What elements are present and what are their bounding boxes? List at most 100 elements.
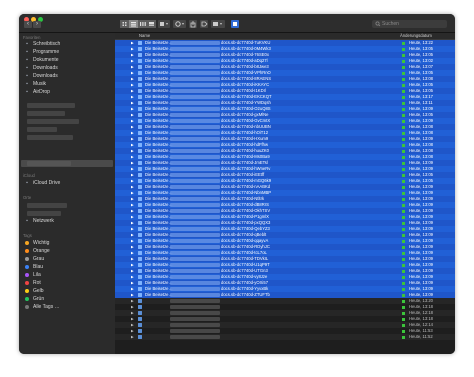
status-indicator-icon: [402, 125, 405, 129]
folder-icon: [138, 293, 142, 297]
folder-icon: [138, 185, 142, 189]
sidebar-tag-6[interactable]: Gelb: [24, 288, 44, 295]
status-indicator-icon: [402, 227, 405, 231]
back-button[interactable]: ‹: [24, 21, 32, 28]
redacted-name-part: [170, 41, 220, 45]
redacted-name-part: [170, 107, 220, 111]
desktop-icon: ▪: [26, 41, 28, 47]
status-indicator-icon: [402, 107, 405, 111]
column-header-date[interactable]: Änderungsdatum: [400, 33, 432, 39]
sidebar-tag-5[interactable]: Rot: [24, 280, 41, 287]
sidebar-tag-3[interactable]: Blau: [24, 264, 43, 271]
share-button[interactable]: [189, 20, 197, 28]
status-indicator-icon: [402, 239, 405, 243]
folder-icon: [138, 239, 142, 243]
sidebar-item-favorites-2[interactable]: ▪ Dokumente: [24, 57, 58, 64]
finder-window: ‹ › Suchen Favoriten ▪ Schreibtisch ▪ Pr…: [19, 14, 455, 354]
list-header: Name Änderungsdatum: [115, 33, 455, 40]
tag-color-dot-icon: [25, 264, 29, 269]
status-indicator-icon: [402, 203, 405, 207]
sidebar-tag-label: Grün: [33, 296, 45, 302]
search-icon: [375, 21, 381, 27]
sidebar-tag-1[interactable]: Orange: [24, 248, 50, 255]
sidebar-item-favorites-1[interactable]: ▪ Programme: [24, 49, 59, 56]
search-placeholder: Suchen: [382, 21, 399, 27]
view-mode-segmented-control[interactable]: [120, 20, 156, 28]
redacted-item: [27, 211, 61, 216]
folder-icon: [138, 221, 142, 225]
tags-header: Tags: [23, 233, 32, 238]
column-header-name[interactable]: Name: [139, 33, 150, 39]
sidebar-tag-label: Grau: [33, 256, 45, 262]
action-menu-button[interactable]: [173, 20, 186, 28]
tags-button[interactable]: [200, 20, 208, 28]
forward-button[interactable]: ›: [33, 21, 41, 28]
folder-icon: [138, 173, 142, 177]
redacted-name-part: [170, 233, 220, 237]
sidebar-tag-4[interactable]: Lila: [24, 272, 41, 279]
folder-icon: [138, 323, 142, 327]
folder-icon: [138, 335, 142, 339]
folder-icon: [138, 149, 142, 153]
redacted-name-part: [170, 119, 220, 123]
downloads-icon: ▪: [26, 73, 28, 79]
sidebar-item-label: AirDrop: [33, 89, 50, 95]
disclosure-triangle-icon[interactable]: ▶: [131, 334, 134, 340]
cloud-icon: ▪: [26, 180, 28, 186]
sidebar-item-label: Programme: [33, 49, 60, 55]
folder-icon: [138, 197, 142, 201]
preview-pane-button[interactable]: [231, 20, 239, 28]
search-field[interactable]: Suchen: [372, 20, 447, 28]
locations-header: Orte: [23, 195, 32, 200]
redacted-name-part: [170, 137, 220, 141]
redacted-item: [27, 111, 65, 116]
tag-color-dot-icon: [25, 256, 29, 261]
redacted-name-part: [170, 221, 220, 225]
status-indicator-icon: [402, 299, 405, 303]
status-indicator-icon: [402, 281, 405, 285]
group-icon: [160, 22, 168, 26]
redacted-name-part: [170, 191, 220, 195]
sidebar-item-favorites-4[interactable]: ▪ Downloads: [24, 73, 58, 80]
sidebar-tag-2[interactable]: Grau: [24, 256, 44, 263]
share-icon: [190, 21, 196, 28]
status-indicator-icon: [402, 173, 405, 177]
sidebar-tag-label: Alle Tags …: [33, 304, 60, 310]
group-menu-button[interactable]: [158, 20, 170, 28]
status-indicator-icon: [402, 275, 405, 279]
redacted-name-part: [170, 317, 220, 321]
sidebar-tag-label: Rot: [33, 280, 41, 286]
arrange-menu-button[interactable]: [211, 20, 225, 28]
status-indicator-icon: [402, 215, 405, 219]
redacted-name-part: [170, 71, 220, 75]
folder-icon: ▪: [26, 65, 28, 71]
redacted-name-part: [170, 143, 220, 147]
sidebar-item-favorites-6[interactable]: ▪ AirDrop: [24, 89, 50, 96]
redacted-name-part: [170, 287, 220, 291]
sidebar-tag-8[interactable]: Alle Tags …: [24, 304, 60, 311]
sidebar-item-icloud_items-0[interactable]: ▪ iCloud Drive: [24, 180, 60, 187]
sidebar-tag-label: Blau: [33, 264, 44, 270]
sidebar-tag-7[interactable]: Grün: [24, 296, 44, 303]
sidebar-tag-0[interactable]: Wichtig: [24, 240, 49, 247]
sidebar-item-favorites-0[interactable]: ▪ Schreibtisch: [24, 41, 60, 48]
folder-icon: [138, 95, 142, 99]
sidebar-item-favorites-3[interactable]: ▪ Downloads: [24, 65, 58, 72]
file-row[interactable]: ▶ Heute, 11:52: [115, 334, 455, 340]
sidebar-item-devices-0[interactable]: ▪ Netzwerk: [24, 218, 54, 225]
folder-icon: [138, 137, 142, 141]
view-mode-icons: [120, 20, 156, 28]
status-indicator-icon: [402, 251, 405, 255]
sidebar-item-label: Netzwerk: [33, 218, 54, 224]
redacted-name-part: [170, 167, 220, 171]
sidebar-item-favorites-5[interactable]: ▪ Musik: [24, 81, 46, 88]
gear-icon: [175, 21, 184, 27]
folder-icon: [138, 191, 142, 195]
icloud-header: iCloud: [23, 173, 35, 178]
sidebar-item-label: Downloads: [33, 73, 58, 79]
status-indicator-icon: [402, 263, 405, 267]
status-indicator-icon: [402, 293, 405, 297]
status-indicator-icon: [402, 167, 405, 171]
folder-icon: [138, 125, 142, 129]
redacted-name-part: [170, 173, 220, 177]
